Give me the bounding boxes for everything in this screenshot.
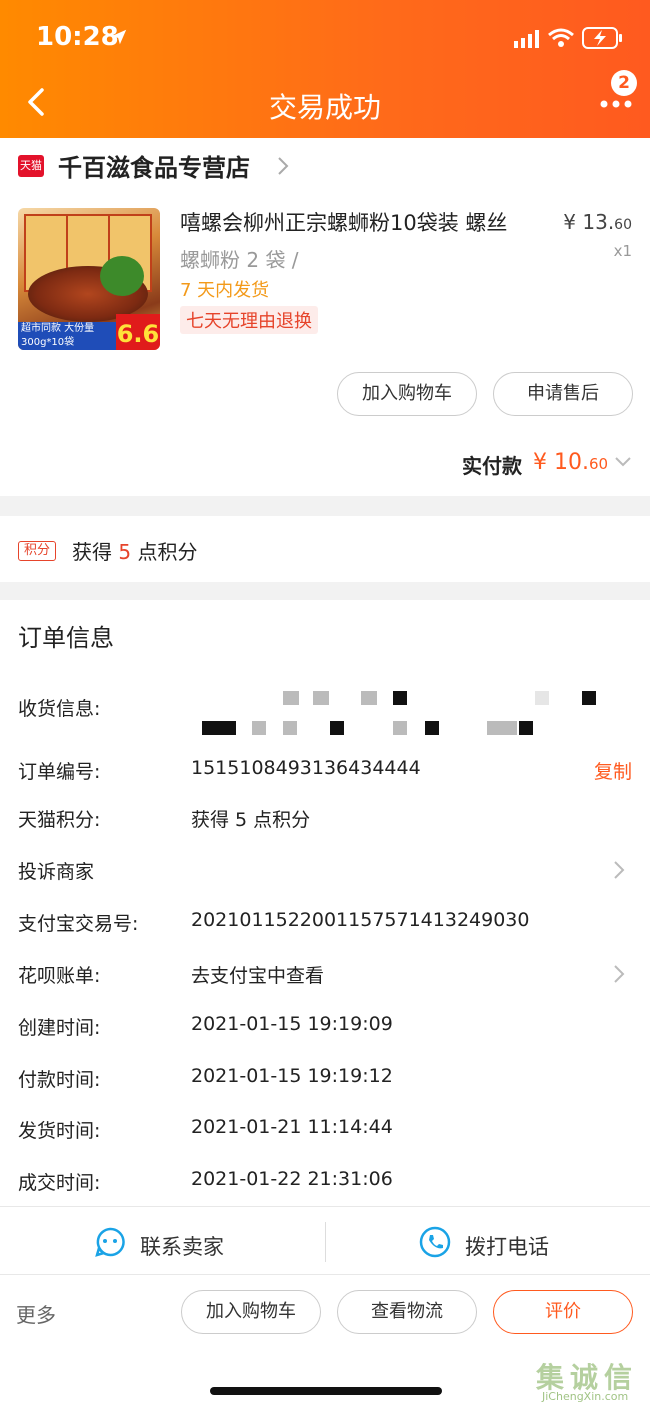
page-title: 交易成功 <box>268 91 381 124</box>
chevron-down-icon[interactable] <box>614 456 632 468</box>
location-arrow-icon <box>111 29 127 45</box>
paid-time-label: 付款时间: <box>18 1069 101 1091</box>
redaction-block <box>425 721 439 735</box>
chevron-right-icon[interactable] <box>276 155 290 177</box>
return-policy-tag: 七天无理由退换 <box>180 306 318 334</box>
store-name[interactable]: 千百滋食品专营店 <box>58 148 250 183</box>
order-number-label: 订单编号: <box>18 761 101 783</box>
redaction-block <box>393 721 407 735</box>
price-cents: 60 <box>614 217 632 233</box>
order-number: 1515108493136434444 <box>191 757 421 779</box>
redaction-block <box>252 721 266 735</box>
paid-amount: ¥ 10.60 <box>533 450 608 475</box>
product-price: ¥ 13.60 <box>563 210 632 234</box>
paid-amount-main: ¥ 10. <box>533 450 589 475</box>
home-indicator[interactable] <box>210 1387 442 1395</box>
thumbnail-price-label: 6.6 <box>116 314 160 350</box>
call-phone-button[interactable]: 拨打电话 <box>465 1231 549 1261</box>
phone-icon[interactable] <box>419 1226 451 1258</box>
wifi-icon <box>548 28 574 47</box>
receiver-label: 收货信息: <box>18 698 101 720</box>
complain-seller-row[interactable]: 投诉商家 <box>18 857 94 884</box>
status-time: 10:28 <box>36 22 119 52</box>
shipped-time: 2021-01-21 11:14:44 <box>191 1116 393 1138</box>
redaction-block <box>519 721 533 735</box>
tmall-points-value: 获得 5 点积分 <box>191 809 311 831</box>
watermark-url: JiChengXin.com <box>542 1390 629 1403</box>
points-text: 获得 5 点积分 <box>72 536 197 565</box>
view-logistics-button[interactable]: 查看物流 <box>337 1290 477 1334</box>
after-sale-button[interactable]: 申请售后 <box>493 372 633 416</box>
redaction-block <box>202 721 236 735</box>
redaction-block <box>535 691 549 705</box>
redaction-block <box>361 691 377 705</box>
created-time-label: 创建时间: <box>18 1017 101 1039</box>
copy-order-number-button[interactable]: 复制 <box>594 757 632 784</box>
more-actions-button[interactable]: 更多 <box>16 1299 56 1328</box>
tmall-logo: 天猫 <box>18 155 44 177</box>
message-badge[interactable]: 2 <box>611 70 637 96</box>
points-suffix: 点积分 <box>131 540 198 564</box>
redaction-block <box>283 721 297 735</box>
points-prefix: 获得 <box>72 540 119 564</box>
more-dots-icon[interactable] <box>600 100 632 108</box>
product-spec: 螺蛳粉 2 袋 / <box>180 248 299 272</box>
redaction-block <box>393 691 407 705</box>
paid-time: 2021-01-15 19:19:12 <box>191 1065 393 1087</box>
add-to-cart-button[interactable]: 加入购物车 <box>181 1290 321 1334</box>
points-tag: 积分 <box>18 541 56 561</box>
order-info-title: 订单信息 <box>18 624 114 652</box>
product-thumbnail[interactable]: 超市同款 大份量300g*10袋 6.6 <box>18 208 160 350</box>
battery-charging-icon <box>582 27 622 49</box>
huabei-bill-label: 花呗账单: <box>18 965 101 987</box>
tmall-points-label: 天猫积分: <box>18 809 101 831</box>
product-title[interactable]: 嘻螺会柳州正宗螺蛳粉10袋装 螺丝 <box>180 208 540 238</box>
chevron-right-icon[interactable] <box>612 963 626 985</box>
chat-bubble-icon[interactable] <box>94 1226 126 1258</box>
thumbnail-promo-label: 超市同款 大份量300g*10袋 <box>18 322 116 350</box>
chevron-right-icon[interactable] <box>612 859 626 881</box>
greens-image <box>100 256 144 296</box>
header-bar: 10:28 交易成功 2 <box>0 0 650 138</box>
add-to-cart-button[interactable]: 加入购物车 <box>337 372 477 416</box>
shipping-note: 7 天内发货 <box>180 280 270 301</box>
paid-label: 实付款 <box>462 454 522 478</box>
redaction-block <box>487 721 517 735</box>
closed-time-label: 成交时间: <box>18 1172 101 1194</box>
huabei-bill-link[interactable]: 去支付宝中查看 <box>191 961 324 988</box>
created-time: 2021-01-15 19:19:09 <box>191 1013 393 1035</box>
site-watermark: 集诚信 JiChengXin.com <box>536 1356 648 1403</box>
points-number: 5 <box>118 540 132 564</box>
paid-amount-cents: 60 <box>588 455 609 473</box>
price-main: ¥ 13. <box>563 210 615 234</box>
product-quantity: x1 <box>613 242 632 260</box>
contact-divider <box>325 1222 326 1262</box>
redaction-block <box>582 691 596 705</box>
alipay-trade-number: 2021011522001157571413249030 <box>191 909 530 931</box>
redaction-block <box>313 691 329 705</box>
redaction-block <box>330 721 344 735</box>
alipay-trade-label: 支付宝交易号: <box>18 913 139 935</box>
review-button[interactable]: 评价 <box>493 1290 633 1334</box>
contact-seller-button[interactable]: 联系卖家 <box>140 1231 224 1261</box>
closed-time: 2021-01-22 21:31:06 <box>191 1168 393 1190</box>
shipped-time-label: 发货时间: <box>18 1120 101 1142</box>
redaction-block <box>283 691 299 705</box>
signal-icon <box>514 30 539 48</box>
